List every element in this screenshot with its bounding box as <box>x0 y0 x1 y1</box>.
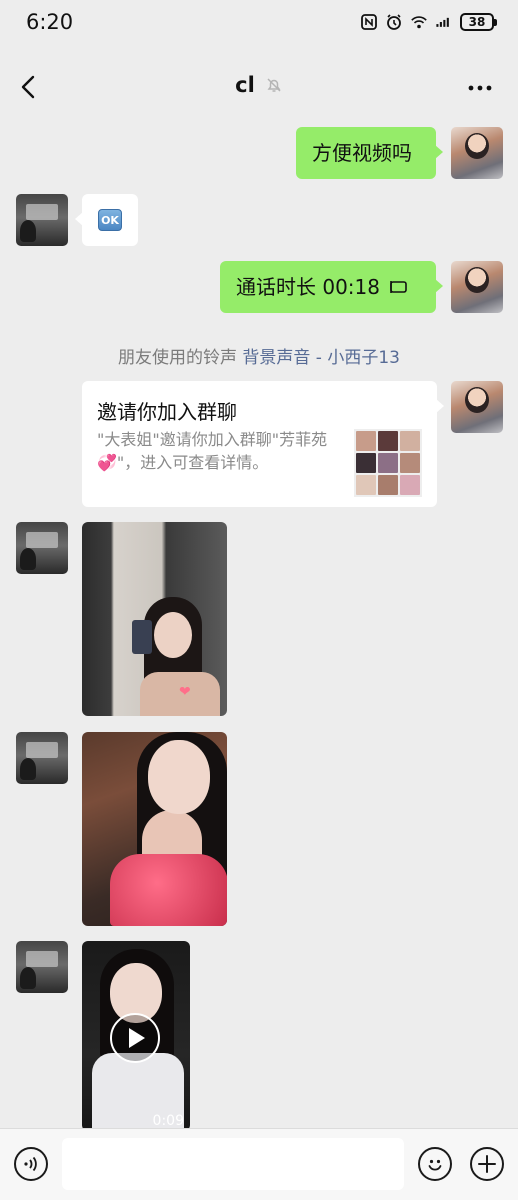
more-dots-icon <box>468 85 492 91</box>
battery-icon: 38 <box>460 13 497 31</box>
photo-message[interactable] <box>82 732 227 926</box>
contact-avatar[interactable] <box>16 522 68 574</box>
plus-button[interactable] <box>470 1147 504 1181</box>
chat-title-area: cl <box>0 73 518 97</box>
ringtone-notice: 朋友使用的铃声 背景声音 - 小西子13 <box>0 343 518 368</box>
contact-avatar[interactable] <box>16 732 68 784</box>
video-duration: 0:09 <box>152 1113 184 1129</box>
my-avatar[interactable] <box>451 127 503 179</box>
photo-message[interactable]: ❤ <box>82 522 227 716</box>
contact-emoji-bubble[interactable]: OK <box>75 194 138 246</box>
voice-icon <box>24 1156 37 1172</box>
video-message[interactable]: 0:09 <box>82 941 190 1131</box>
voice-button[interactable] <box>14 1147 48 1181</box>
more-button[interactable] <box>466 74 494 102</box>
play-icon[interactable] <box>110 1013 160 1063</box>
status-bar: 6:20 38 <box>0 0 518 50</box>
group-invite-card[interactable]: 邀请你加入群聊 "大表姐"邀请你加入群聊"芳菲苑💞"，进入可查看详情。 <box>82 381 444 507</box>
ringtone-notice-prefix: 朋友使用的铃声 <box>118 348 243 368</box>
battery-level: 38 <box>468 15 486 29</box>
bell-muted-icon <box>267 78 281 92</box>
input-bar <box>0 1128 518 1200</box>
chat-title: cl <box>235 73 255 97</box>
plus-icon <box>478 1155 496 1173</box>
my-message-bubble[interactable]: 方便视频吗 <box>296 127 443 179</box>
status-icons: 38 <box>360 13 497 31</box>
group-avatar-grid <box>354 429 422 497</box>
nfc-icon <box>360 13 378 31</box>
alarm-icon <box>385 13 403 31</box>
call-duration-text: 通话时长 00:18 <box>236 275 380 299</box>
message-input[interactable] <box>62 1138 404 1190</box>
signal-icon <box>435 13 453 31</box>
call-record-bubble[interactable]: 通话时长 00:18 <box>220 261 443 313</box>
video-call-icon <box>390 281 407 293</box>
contact-avatar[interactable] <box>16 194 68 246</box>
my-avatar[interactable] <box>451 381 503 433</box>
my-avatar[interactable] <box>451 261 503 313</box>
ringtone-link[interactable]: 背景声音 - 小西子13 <box>242 348 400 368</box>
invite-title: 邀请你加入群聊 <box>97 400 237 424</box>
message-text: 方便视频吗 <box>312 141 412 165</box>
wifi-icon <box>410 13 428 31</box>
emoji-icon <box>428 1159 442 1171</box>
ok-emoji: OK <box>98 209 122 231</box>
contact-avatar[interactable] <box>16 941 68 993</box>
invite-description: "大表姐"邀请你加入群聊"芳菲苑💞"，进入可查看详情。 <box>97 430 328 472</box>
status-time: 6:20 <box>26 10 74 34</box>
heart-sticker-icon: ❤ <box>179 684 191 700</box>
chat-header: cl <box>0 54 518 120</box>
emoji-button[interactable] <box>418 1147 452 1181</box>
